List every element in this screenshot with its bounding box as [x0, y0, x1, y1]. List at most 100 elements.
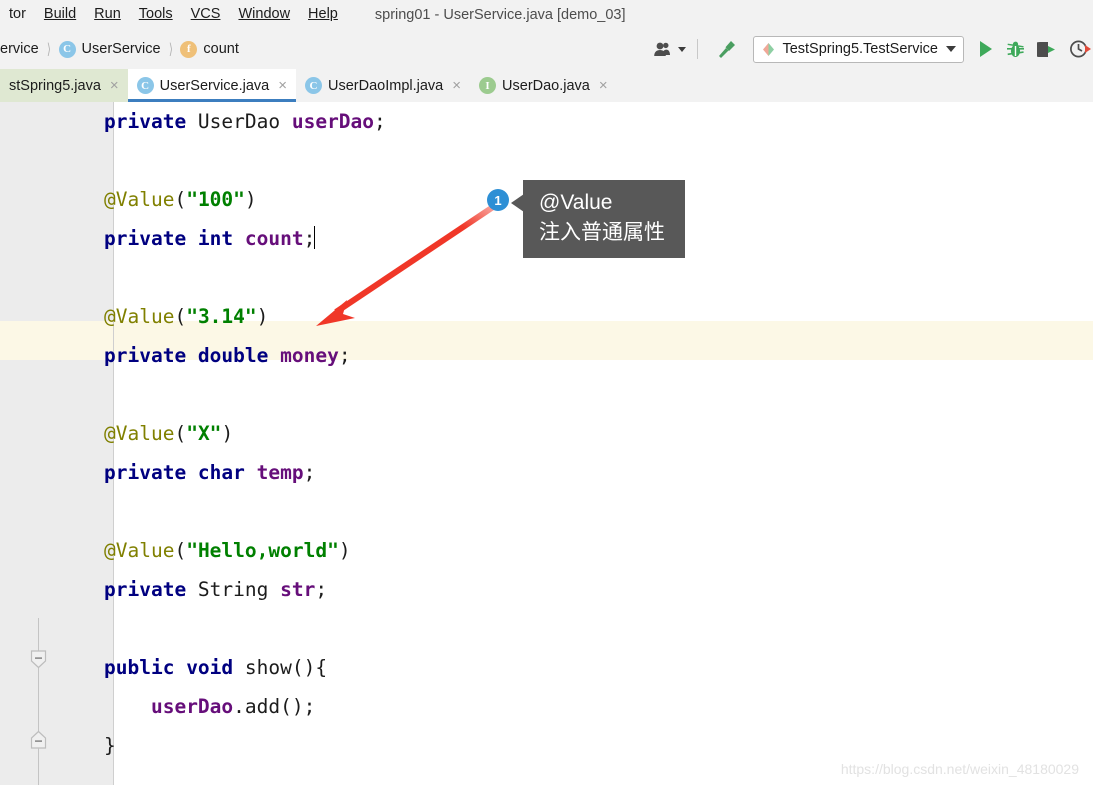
- fold-down-glyph: [30, 650, 47, 669]
- code-token: (: [174, 539, 187, 562]
- code-token: "Hello,world": [186, 539, 339, 562]
- code-token: ;: [303, 461, 316, 484]
- callout-tooltip: @Value 注入普通属性: [523, 180, 685, 258]
- navigation-bar: ervice ⟩ C UserService ⟩ f count TestSpr…: [0, 29, 1093, 70]
- code-token: public: [104, 656, 187, 679]
- close-icon[interactable]: ×: [110, 78, 119, 93]
- code-token: UserDao: [197, 110, 292, 133]
- bug-glyph: [1007, 41, 1024, 57]
- menu-item-refactor[interactable]: tor: [0, 0, 35, 29]
- close-icon[interactable]: ×: [452, 78, 461, 93]
- chevron-down-icon: [946, 46, 956, 52]
- code-token: (: [174, 422, 187, 445]
- breadcrumb-label: ervice: [0, 41, 39, 57]
- code-token: ): [256, 305, 269, 328]
- chevron-right-icon: ⟩: [46, 41, 51, 58]
- toolbar-separator: [697, 39, 699, 59]
- run-with-coverage-icon[interactable]: [1031, 34, 1063, 64]
- breadcrumb-item-field[interactable]: f count: [180, 40, 239, 58]
- code-token: int: [197, 227, 245, 250]
- menu-item-label: Run: [94, 6, 121, 22]
- code-token: private: [104, 227, 198, 250]
- code-token: "X": [186, 422, 222, 445]
- code-token: private: [104, 578, 198, 601]
- people-icon[interactable]: [650, 34, 689, 64]
- tab-userdao[interactable]: I UserDao.java ×: [470, 69, 617, 102]
- code-line: private String str;: [104, 570, 386, 609]
- code-token: ): [244, 188, 257, 211]
- code-token: show: [244, 656, 292, 679]
- fold-collapse-icon[interactable]: [30, 650, 47, 669]
- menu-item-label: Window: [238, 6, 291, 22]
- menu-item-label: VCS: [190, 6, 221, 22]
- profiler-clock-icon[interactable]: [1063, 34, 1093, 64]
- code-token: }: [104, 734, 116, 757]
- tab-userdaoimpl[interactable]: C UserDaoImpl.java ×: [296, 69, 470, 102]
- code-line: @Value("Hello,world"): [104, 531, 386, 570]
- menu-item-window[interactable]: Window: [229, 0, 299, 29]
- tab-label: stSpring5.java: [9, 77, 101, 94]
- menu-item-help[interactable]: Help: [299, 0, 347, 29]
- play-glyph: [980, 41, 992, 57]
- run-configuration-selector[interactable]: TestSpring5.TestService: [753, 35, 964, 63]
- menu-item-vcs[interactable]: VCS: [182, 0, 230, 29]
- code-token: (){: [291, 656, 328, 679]
- class-icon: C: [305, 77, 323, 94]
- watermark: https://blog.csdn.net/weixin_48180029: [840, 761, 1079, 777]
- editor-gutter[interactable]: [0, 102, 114, 785]
- breadcrumb-label: count: [203, 41, 239, 57]
- class-icon: C: [58, 40, 76, 58]
- current-line-gutter-highlight: [0, 321, 114, 360]
- menu-item-label: Tools: [138, 6, 173, 22]
- close-icon[interactable]: ×: [599, 78, 608, 93]
- code-token: void: [186, 656, 245, 679]
- code-token: ;: [374, 110, 386, 133]
- menu-item-tools[interactable]: Tools: [130, 0, 182, 29]
- breadcrumb-item-class[interactable]: C UserService: [58, 40, 161, 58]
- code-token: money: [280, 344, 339, 367]
- main-toolbar: TestSpring5.TestService: [650, 29, 1093, 69]
- code-token: private: [104, 461, 198, 484]
- fold-expand-icon[interactable]: [30, 730, 47, 749]
- tab-label: UserDao.java: [502, 77, 590, 94]
- code-token: ();: [280, 695, 316, 718]
- code-token: @Value: [104, 422, 175, 445]
- close-icon[interactable]: ×: [278, 78, 287, 93]
- code-line: public void show(){: [104, 648, 386, 687]
- build-hammer-icon[interactable]: [706, 34, 746, 64]
- chevron-right-icon: ⟩: [168, 41, 173, 58]
- code-line: @Value("X"): [104, 414, 386, 453]
- code-token: private: [104, 344, 198, 367]
- code-token: str: [280, 578, 316, 601]
- debug-bug-icon[interactable]: [1000, 34, 1031, 64]
- code-token: char: [197, 461, 257, 484]
- code-line: userDao.add();: [104, 687, 386, 726]
- run-play-icon[interactable]: [971, 34, 1000, 64]
- window-title: spring01 - UserService.java [demo_03]: [374, 6, 626, 23]
- code-line: }: [104, 726, 386, 765]
- menu-item-label: tor: [9, 6, 26, 22]
- menu-item-run[interactable]: Run: [85, 0, 130, 29]
- hammer-glyph: [719, 41, 736, 58]
- tab-label: UserService.java: [159, 77, 270, 94]
- tab-userservice[interactable]: C UserService.java ×: [127, 69, 297, 102]
- breadcrumb-label: UserService: [81, 41, 161, 57]
- code-token: private: [104, 110, 198, 133]
- field-icon: f: [180, 40, 198, 58]
- menu-item-build[interactable]: Build: [35, 0, 85, 29]
- code-line: private double money;: [104, 336, 386, 375]
- breadcrumb-item-package[interactable]: ervice: [0, 41, 39, 57]
- tab-testspring5[interactable]: stSpring5.java ×: [0, 69, 128, 102]
- run-config-label: TestSpring5.TestService: [782, 41, 938, 57]
- code-token: .: [233, 695, 245, 718]
- code-token: @Value: [104, 539, 175, 562]
- callout-title: @Value: [539, 191, 613, 214]
- fold-region-line: [38, 748, 39, 785]
- callout-badge: 1: [487, 189, 509, 211]
- callout-subtitle: 注入普通属性: [539, 221, 665, 244]
